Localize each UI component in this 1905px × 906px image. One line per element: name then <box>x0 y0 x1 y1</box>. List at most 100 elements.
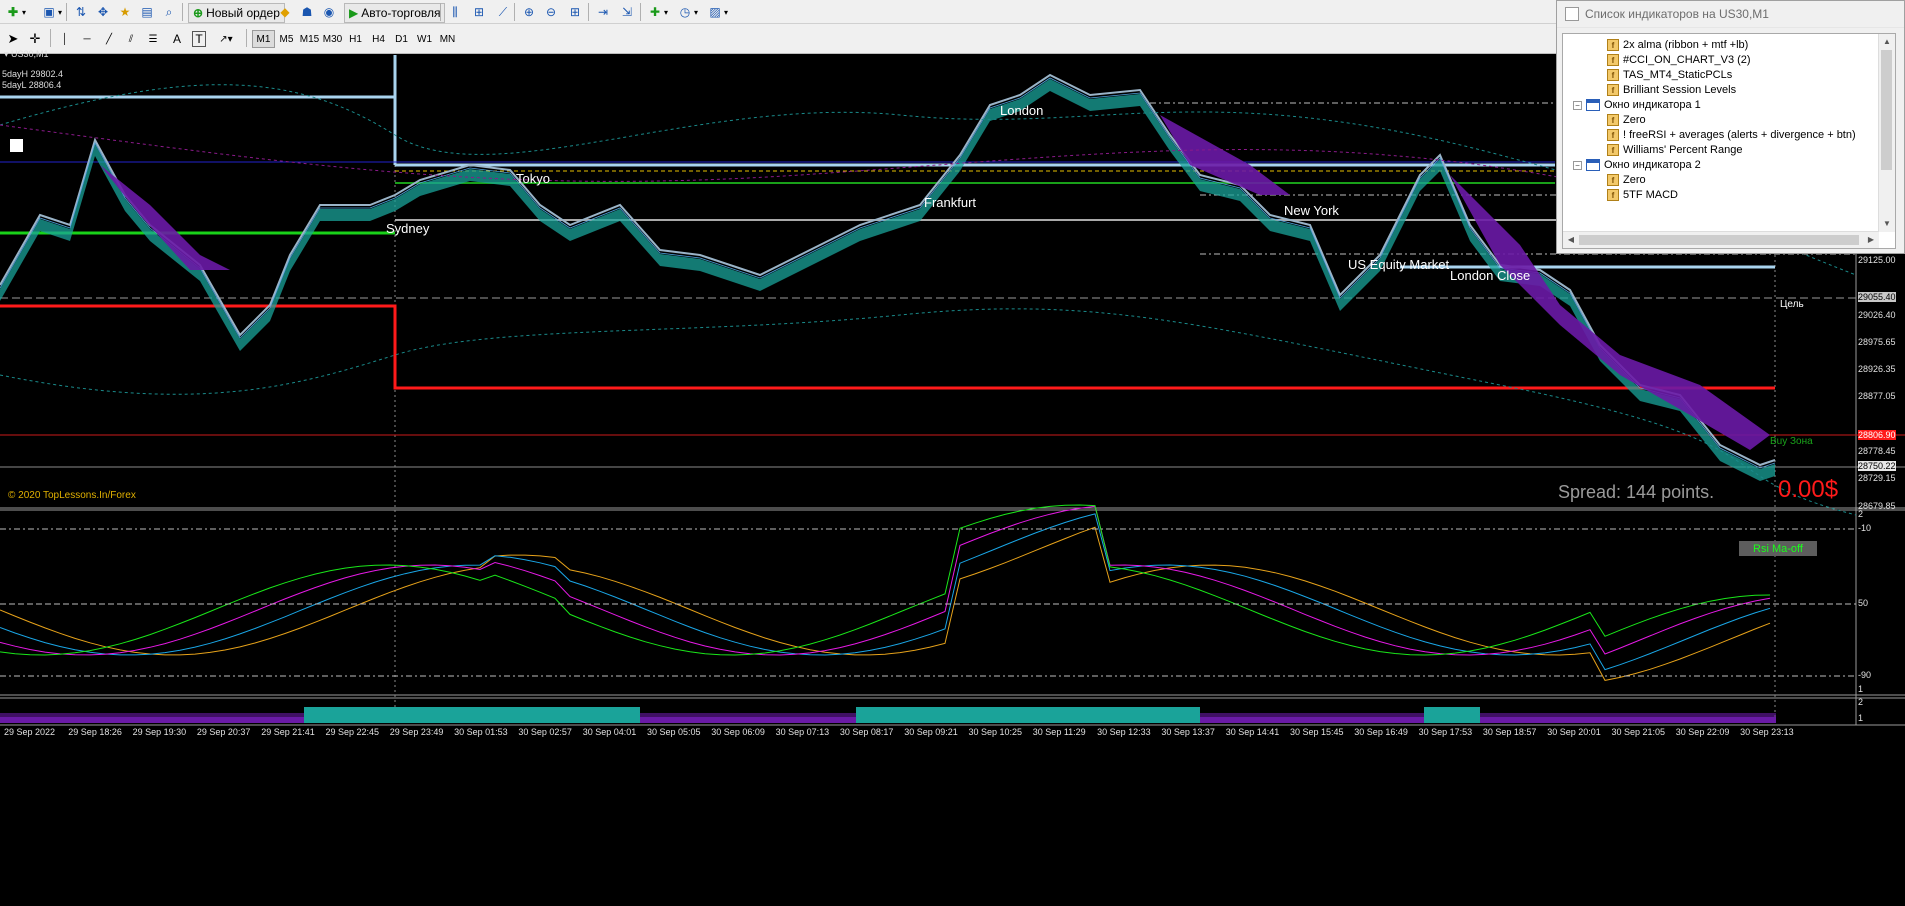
autoscroll-button[interactable]: ⇲ <box>618 3 636 21</box>
histogram-bar <box>1592 713 1600 723</box>
bar-chart-button[interactable]: ⫼ <box>446 3 464 21</box>
navigator-button[interactable]: ★ <box>116 3 134 21</box>
histogram-bar <box>0 713 8 723</box>
scroll-right-icon[interactable]: ▶ <box>1863 232 1879 248</box>
histogram-bar <box>536 713 544 723</box>
indicators-title-text: Список индикаторов на US30,M1 <box>1585 7 1769 21</box>
histogram-bar <box>224 713 232 723</box>
histogram-bar <box>1664 713 1672 723</box>
zoom-in-button[interactable]: ⊕ <box>520 3 538 21</box>
histogram-bar <box>1616 713 1624 723</box>
magnifier-icon: ⌕ <box>165 4 173 19</box>
histogram-bar <box>1504 713 1512 723</box>
scroll-left-icon[interactable]: ◀ <box>1563 232 1579 248</box>
timeframe-m30[interactable]: M30 <box>321 30 344 48</box>
market-watch-button[interactable]: ⇅ <box>72 3 90 21</box>
cursor-tool[interactable]: ➤ <box>4 29 22 49</box>
tile-windows-button[interactable]: ⊞ <box>566 3 584 21</box>
signals-button[interactable]: ◉ <box>320 3 338 21</box>
histogram-bar <box>1440 713 1448 723</box>
fibo-icon: ☰ <box>148 33 158 45</box>
time-tick: 30 Sep 05:05 <box>647 727 701 737</box>
histogram-bar <box>1232 713 1240 723</box>
auto-trading-button[interactable]: ▶ Авто-торговля <box>344 3 446 23</box>
terminal-button[interactable]: ▤ <box>138 3 156 21</box>
trendline-tool[interactable]: ╱ <box>100 29 118 49</box>
histogram-bar <box>1472 713 1480 723</box>
timeframe-d1[interactable]: D1 <box>390 30 413 48</box>
histogram-bar <box>824 713 832 723</box>
collapse-icon[interactable]: − <box>1573 100 1582 110</box>
profiles-button[interactable]: ▣ ▾ <box>40 3 62 21</box>
cursor-icon: ➤ <box>7 31 19 46</box>
candlestick-button[interactable]: ⊞ <box>470 3 488 21</box>
metaeditor-button[interactable]: ◆ <box>276 3 294 21</box>
custom-indicator-icon: f <box>1607 129 1619 141</box>
text-label-tool[interactable]: T <box>190 29 208 49</box>
zoom-out-button[interactable]: ⊖ <box>542 3 560 21</box>
time-tick: 30 Sep 15:45 <box>1290 727 1344 737</box>
new-chart-button[interactable]: ✚ ▾ <box>4 3 26 21</box>
periods-button[interactable]: ◷ ▾ <box>676 3 698 21</box>
checkbox[interactable] <box>10 139 23 152</box>
fibo-tool[interactable]: ☰ <box>144 29 162 49</box>
timeframe-m15[interactable]: M15 <box>298 30 321 48</box>
histogram-bar <box>1608 713 1616 723</box>
timeframe-m5[interactable]: M5 <box>275 30 298 48</box>
tester-button[interactable]: ⌕ <box>160 3 178 21</box>
indicators-tree[interactable]: f 2x alma (ribbon + mtf +lb) f #CCI_ON_CHAR… <box>1562 33 1896 249</box>
scroll-up-icon[interactable]: ▲ <box>1879 34 1895 50</box>
indicators-button[interactable]: ✚ ▾ <box>646 3 668 21</box>
chart-shift-button[interactable]: ⇥ <box>594 3 612 21</box>
timeframe-h4[interactable]: H4 <box>367 30 390 48</box>
histogram-bar <box>1496 713 1504 723</box>
histogram-bar <box>16 713 24 723</box>
histogram-bar <box>328 713 336 723</box>
histogram-bar <box>456 713 464 723</box>
rsi-ma-button[interactable]: Rsi Ma-off <box>1739 541 1817 556</box>
histogram-bar <box>1104 713 1112 723</box>
horizontal-line-tool[interactable]: ─ <box>78 29 96 49</box>
histogram-bar <box>984 713 992 723</box>
histogram-bar <box>208 713 216 723</box>
tree-horizontal-scrollbar[interactable]: ◀ ▶ <box>1563 231 1879 248</box>
session-tokyo: Tokyo <box>516 171 550 186</box>
data-window-button[interactable]: ✥ <box>94 3 112 21</box>
vertical-line-tool[interactable]: │ <box>56 29 74 49</box>
volume-tick: 2 <box>1858 697 1864 707</box>
scroll-down-icon[interactable]: ▼ <box>1879 216 1895 232</box>
custom-indicator-icon: f <box>1607 84 1619 96</box>
indicators-window-title[interactable]: Список индикаторов на US30,M1 <box>1557 1 1904 28</box>
histogram-bar <box>1352 713 1360 723</box>
histogram-bar <box>424 713 432 723</box>
collapse-icon[interactable]: − <box>1573 160 1582 170</box>
arrows-tool[interactable]: ↗▾ <box>212 29 240 49</box>
indicators-list-window[interactable]: Список индикаторов на US30,M1 f 2x alma (… <box>1556 0 1905 254</box>
channel-tool[interactable]: ⫽ <box>122 29 140 49</box>
scroll-thumb[interactable] <box>1881 50 1892 170</box>
histogram-bar <box>584 713 592 723</box>
community-button[interactable]: ☗ <box>298 3 316 21</box>
histogram-bar <box>704 713 712 723</box>
text-tool[interactable]: A <box>168 29 186 49</box>
line-chart-button[interactable]: ⟋ <box>494 3 512 21</box>
histogram-bar <box>1208 713 1216 723</box>
price-tick: 28729.15 <box>1858 473 1896 483</box>
histogram-bar <box>1400 713 1408 723</box>
histogram-bar <box>56 713 64 723</box>
timeframe-mn[interactable]: MN <box>436 30 459 48</box>
tree-indicator-item[interactable]: f 5TF MACD <box>1607 186 1678 204</box>
new-order-button[interactable]: ⊕ Новый ордер <box>188 3 285 23</box>
scroll-h-thumb[interactable] <box>1579 235 1859 245</box>
tree-vertical-scrollbar[interactable]: ▲ ▼ <box>1878 34 1895 232</box>
histogram-bar <box>1000 713 1008 723</box>
histogram-bar <box>368 713 376 723</box>
histogram-bar <box>352 713 360 723</box>
crosshair-tool[interactable]: ✛ <box>26 29 44 49</box>
editor-icon: ◆ <box>280 5 290 19</box>
timeframe-m1[interactable]: M1 <box>252 30 275 48</box>
timeframe-h1[interactable]: H1 <box>344 30 367 48</box>
histogram-bar <box>144 713 152 723</box>
timeframe-w1[interactable]: W1 <box>413 30 436 48</box>
templates-button[interactable]: ▨ ▾ <box>706 3 728 21</box>
